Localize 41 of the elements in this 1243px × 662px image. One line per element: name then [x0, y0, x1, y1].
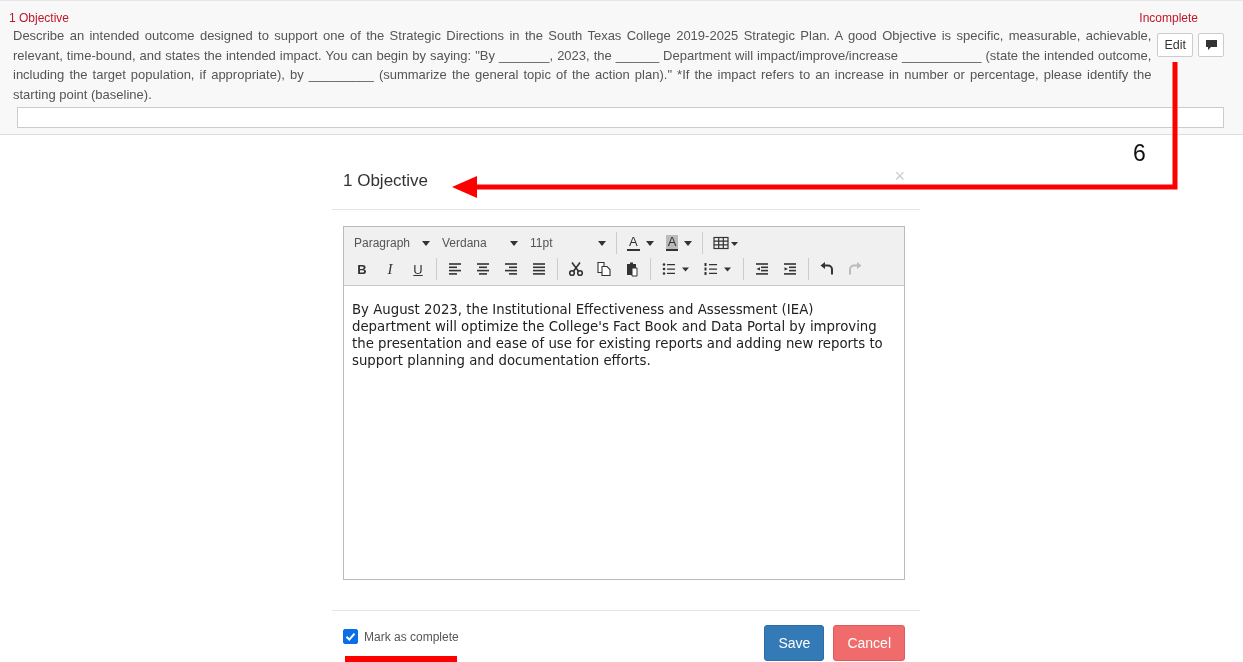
edit-button[interactable]: Edit	[1157, 33, 1193, 57]
step-number: 6	[1133, 140, 1146, 167]
outdent-icon	[754, 261, 770, 277]
dropdown-select[interactable]: Paragraph	[350, 236, 434, 250]
caret-icon	[510, 240, 518, 246]
caret-icon	[684, 240, 693, 246]
copy-icon	[596, 261, 612, 277]
italic-button[interactable]: I	[378, 258, 402, 280]
section-title: 1 Objective	[9, 11, 70, 26]
dropdown-select[interactable]: Verdana	[438, 236, 522, 250]
section-description: Describe an intended outcome designed to support one of the Strategic Directions in the South Texas College 2019-2025 Strategic Plan. A good Objective is specific, measurable, achievable, relevant, time-bound, and states the intended impact. You can begin by saying: "By _______, 2023, the ______ Department will impact/improve/increase ___________ (state the intended outcome, including the target population, if appropriate), by _________ (summarize the general topic of the action plan)." *If the impact refers to an increase in number or percentage, please identify the starting point (baseline).	[13, 27, 1152, 104]
scissors-icon	[568, 261, 584, 277]
caret-icon	[422, 240, 430, 246]
status-label: Incomplete	[1139, 11, 1198, 26]
bullet-list-icon	[661, 261, 691, 277]
checkmark-icon	[345, 631, 356, 642]
caret-icon	[598, 240, 606, 246]
underline-button[interactable]: U	[406, 258, 430, 280]
comment-icon	[1204, 39, 1218, 51]
undo-icon	[819, 261, 835, 277]
answer-field[interactable]	[17, 107, 1224, 128]
clipboard-icon	[624, 261, 640, 277]
indent-icon	[782, 261, 798, 277]
complete-checkbox[interactable]	[343, 629, 358, 644]
comment-button[interactable]	[1198, 33, 1224, 57]
numbered-list-icon	[703, 261, 733, 277]
bold-button[interactable]: B	[350, 258, 374, 280]
align-left-icon	[447, 261, 463, 277]
text-color-button[interactable]: A	[623, 232, 658, 254]
highlight-color-button[interactable]: A	[661, 232, 697, 254]
checkbox-label: Mark as complete	[364, 629, 459, 644]
align-right-icon	[503, 261, 519, 277]
table-icon	[713, 235, 740, 251]
dropdown-select[interactable]: 11pt	[526, 236, 610, 250]
redo-icon	[847, 261, 863, 277]
editor-content[interactable]: By August 2023, the Institutional Effectiveness and Assessment (IEA) department will optimize the College's Fact Book and Data Portal by improving the presentation and ease of use for existing reports and adding new reports to support planning and documentation efforts.	[344, 286, 904, 384]
save-button[interactable]: Save	[764, 625, 825, 661]
dialog-title: 1 Objective	[343, 171, 429, 191]
justify-icon	[531, 261, 547, 277]
caret-icon	[645, 240, 654, 246]
align-center-icon	[475, 261, 491, 277]
